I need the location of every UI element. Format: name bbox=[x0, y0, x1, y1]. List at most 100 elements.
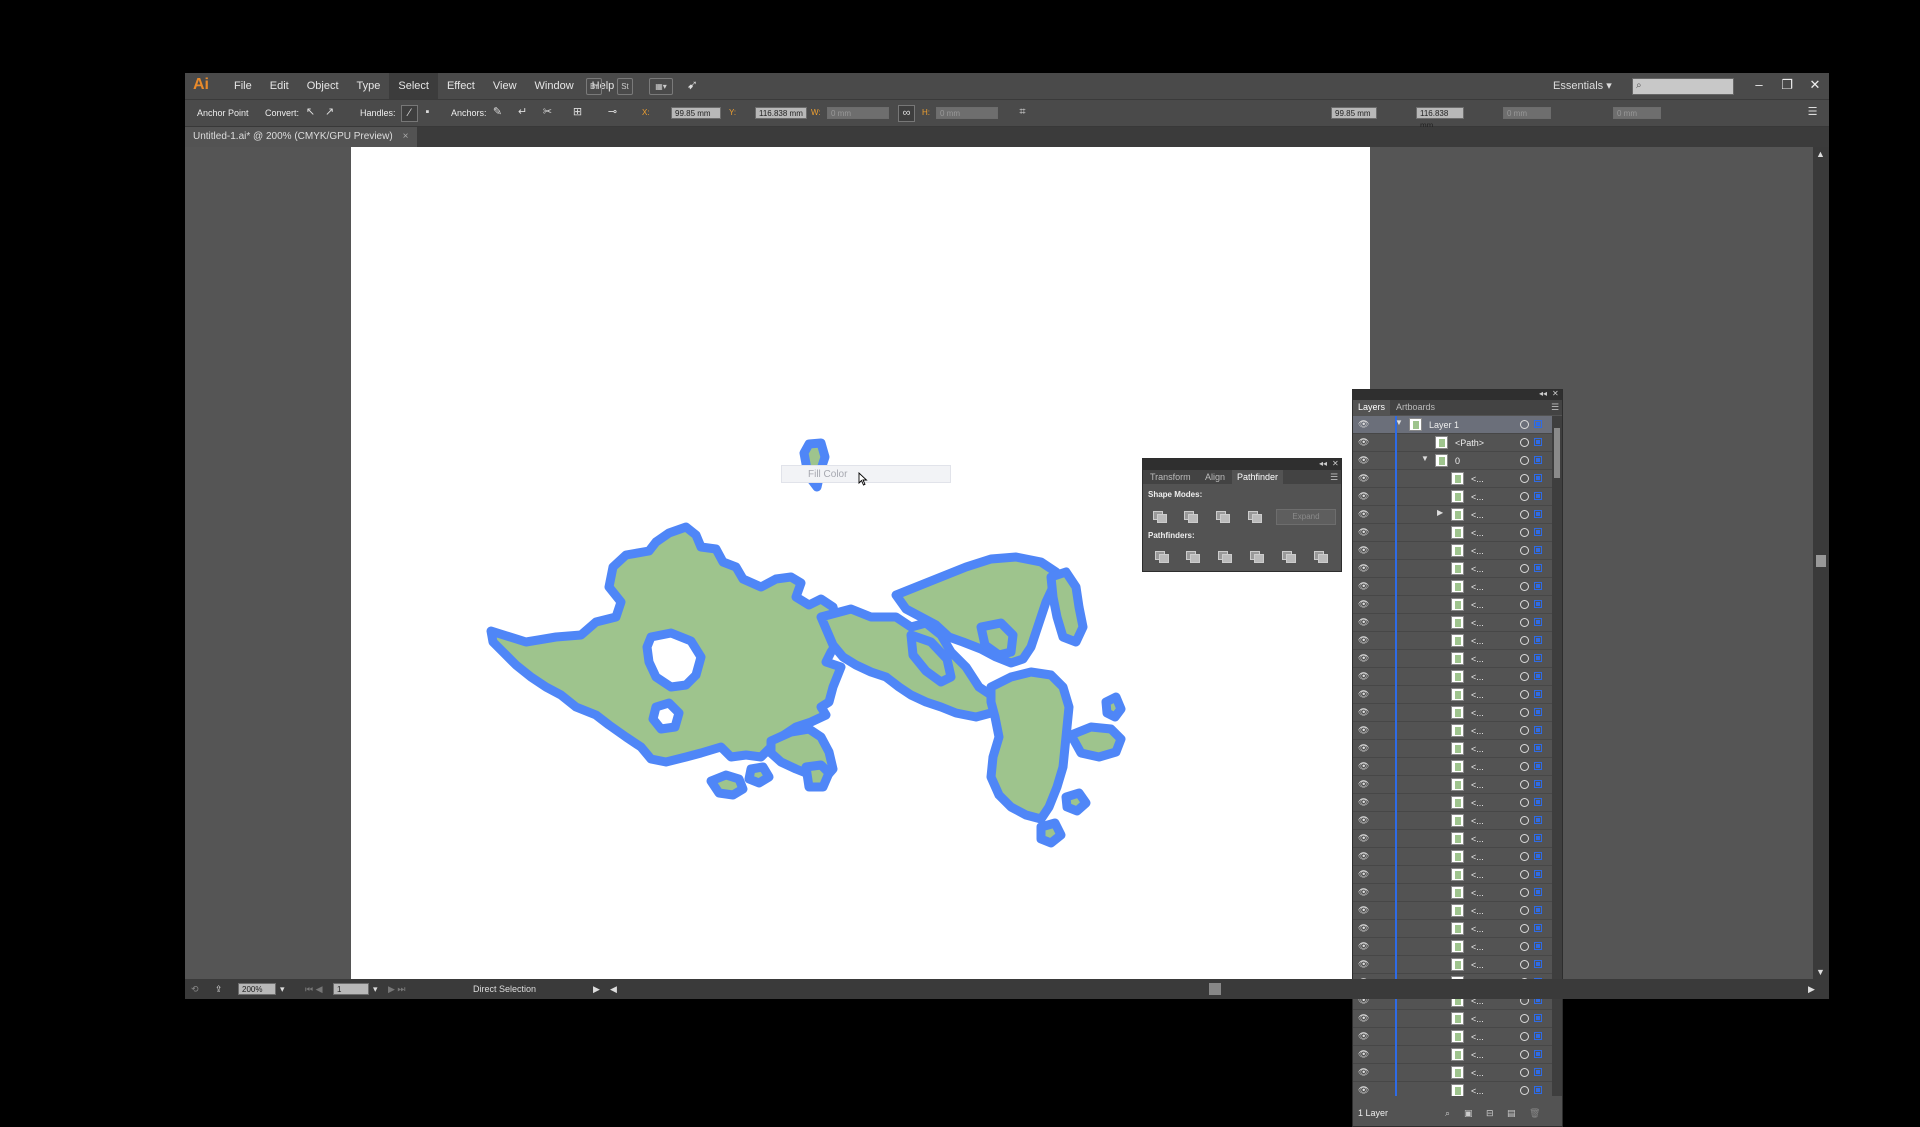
layer-row[interactable]: 👁 <... bbox=[1353, 938, 1552, 956]
visibility-eye-icon[interactable]: 👁 bbox=[1358, 707, 1369, 718]
target-circle-icon[interactable] bbox=[1520, 834, 1529, 843]
document-tab[interactable]: Untitled-1.ai* @ 200% (CMYK/GPU Preview)… bbox=[185, 127, 417, 147]
selection-indicator-icon[interactable] bbox=[1534, 510, 1542, 518]
selection-indicator-icon[interactable] bbox=[1534, 420, 1542, 428]
menu-type[interactable]: Type bbox=[348, 73, 390, 99]
layer-name[interactable]: <... bbox=[1471, 902, 1484, 920]
layer-name[interactable]: <... bbox=[1471, 758, 1484, 776]
visibility-eye-icon[interactable]: 👁 bbox=[1358, 455, 1369, 466]
x-field[interactable]: 99.85 mm bbox=[671, 107, 721, 119]
layer-name[interactable]: <... bbox=[1471, 1010, 1484, 1028]
map-shapes[interactable] bbox=[486, 438, 1126, 848]
selection-indicator-icon[interactable] bbox=[1534, 456, 1542, 464]
target-circle-icon[interactable] bbox=[1520, 582, 1529, 591]
menu-file[interactable]: File bbox=[225, 73, 261, 99]
target-circle-icon[interactable] bbox=[1520, 906, 1529, 915]
locate-object-icon[interactable]: ⌕ bbox=[1445, 1108, 1450, 1119]
tab-artboards[interactable]: Artboards bbox=[1391, 400, 1440, 415]
visibility-eye-icon[interactable]: 👁 bbox=[1358, 941, 1369, 952]
selection-indicator-icon[interactable] bbox=[1534, 870, 1542, 878]
layer-row[interactable]: 👁 <... bbox=[1353, 902, 1552, 920]
selection-indicator-icon[interactable] bbox=[1534, 924, 1542, 932]
y-field[interactable]: 116.838 mm bbox=[755, 107, 807, 119]
scroll-up-icon[interactable]: ▲ bbox=[1816, 149, 1825, 159]
layer-row[interactable]: 👁 <... bbox=[1353, 614, 1552, 632]
scroll-right-icon[interactable]: ▶ bbox=[1808, 979, 1815, 999]
select-similar-icon[interactable]: ⌗ bbox=[1015, 105, 1030, 120]
layer-row[interactable]: 👁 <... bbox=[1353, 542, 1552, 560]
stock-button[interactable]: St bbox=[617, 78, 633, 95]
layer-row[interactable]: 👁 <... bbox=[1353, 920, 1552, 938]
target-circle-icon[interactable] bbox=[1520, 798, 1529, 807]
menu-window[interactable]: Window bbox=[526, 73, 583, 99]
panel-menu-icon[interactable]: ☰ bbox=[1805, 105, 1820, 120]
search-input[interactable]: ⌕ bbox=[1632, 78, 1734, 95]
menu-effect[interactable]: Effect bbox=[438, 73, 484, 99]
h-field[interactable]: 0 mm bbox=[936, 107, 998, 119]
selection-indicator-icon[interactable] bbox=[1534, 492, 1542, 500]
right-y-field[interactable]: 116.838 mm bbox=[1416, 107, 1464, 130]
visibility-eye-icon[interactable]: 👁 bbox=[1358, 869, 1369, 880]
target-circle-icon[interactable] bbox=[1520, 510, 1529, 519]
layer-name[interactable]: <... bbox=[1471, 596, 1484, 614]
selection-indicator-icon[interactable] bbox=[1534, 798, 1542, 806]
selection-indicator-icon[interactable] bbox=[1534, 906, 1542, 914]
isolate-icon[interactable]: ⊞ bbox=[570, 105, 585, 120]
layer-row[interactable]: 👁 <... bbox=[1353, 668, 1552, 686]
horizontal-scroll-thumb[interactable] bbox=[1209, 983, 1221, 995]
canvas-area[interactable]: Fill Color ◂◂ ✕ Transform Align Pathfind… bbox=[185, 147, 1813, 1127]
visibility-eye-icon[interactable]: 👁 bbox=[1358, 761, 1369, 772]
target-circle-icon[interactable] bbox=[1520, 438, 1529, 447]
visibility-eye-icon[interactable]: 👁 bbox=[1358, 491, 1369, 502]
layer-row[interactable]: 👁 <... bbox=[1353, 812, 1552, 830]
show-handles-icon[interactable]: ⁄ bbox=[401, 105, 418, 122]
visibility-eye-icon[interactable]: 👁 bbox=[1358, 851, 1369, 862]
layer-name[interactable]: <... bbox=[1471, 488, 1484, 506]
minus-back-icon[interactable] bbox=[1314, 551, 1328, 563]
layer-name[interactable]: <... bbox=[1471, 524, 1484, 542]
layer-row[interactable]: 👁 <... bbox=[1353, 758, 1552, 776]
vertical-scroll-thumb[interactable] bbox=[1816, 555, 1826, 567]
target-circle-icon[interactable] bbox=[1520, 528, 1529, 537]
cut-path-icon[interactable]: ✂ bbox=[540, 105, 555, 120]
gpu-performance-icon[interactable]: ➹ bbox=[687, 77, 698, 93]
layer-name[interactable]: <... bbox=[1471, 1046, 1484, 1064]
selection-indicator-icon[interactable] bbox=[1534, 690, 1542, 698]
target-circle-icon[interactable] bbox=[1520, 672, 1529, 681]
target-circle-icon[interactable] bbox=[1520, 924, 1529, 933]
artboard-dropdown-icon[interactable]: ▾ bbox=[373, 979, 378, 999]
target-circle-icon[interactable] bbox=[1520, 1014, 1529, 1023]
layer-row[interactable]: 👁 <... bbox=[1353, 686, 1552, 704]
collapse-layers-icon[interactable]: ◂◂ bbox=[1539, 389, 1547, 398]
layer-name[interactable]: <... bbox=[1471, 722, 1484, 740]
layer-name[interactable]: <... bbox=[1471, 470, 1484, 488]
divide-icon[interactable] bbox=[1155, 551, 1169, 563]
scroll-left-icon[interactable]: ◀ bbox=[610, 979, 617, 999]
layer-name[interactable]: <... bbox=[1471, 650, 1484, 668]
expand-button[interactable]: Expand bbox=[1276, 509, 1336, 525]
layer-name[interactable]: <... bbox=[1471, 884, 1484, 902]
target-circle-icon[interactable] bbox=[1520, 492, 1529, 501]
layer-name[interactable]: 0 bbox=[1455, 452, 1460, 470]
layer-name[interactable]: <... bbox=[1471, 704, 1484, 722]
target-circle-icon[interactable] bbox=[1520, 618, 1529, 627]
layer-name[interactable]: <... bbox=[1471, 866, 1484, 884]
layer-name[interactable]: <... bbox=[1471, 1064, 1484, 1082]
merge-icon[interactable] bbox=[1218, 551, 1232, 563]
selection-indicator-icon[interactable] bbox=[1534, 672, 1542, 680]
target-circle-icon[interactable] bbox=[1520, 762, 1529, 771]
layer-row[interactable]: 👁 ▶ <... bbox=[1353, 506, 1552, 524]
next-artboard-icon[interactable]: ▶ ⏭ bbox=[388, 979, 406, 999]
menu-select[interactable]: Select bbox=[389, 73, 438, 99]
minus-front-icon[interactable] bbox=[1184, 511, 1198, 523]
new-sublayer-icon[interactable]: ⊟ bbox=[1486, 1108, 1494, 1119]
target-circle-icon[interactable] bbox=[1520, 636, 1529, 645]
visibility-eye-icon[interactable]: 👁 bbox=[1358, 1049, 1369, 1060]
layer-row[interactable]: 👁 <... bbox=[1353, 1082, 1552, 1096]
selection-indicator-icon[interactable] bbox=[1534, 762, 1542, 770]
selection-indicator-icon[interactable] bbox=[1534, 726, 1542, 734]
selection-indicator-icon[interactable] bbox=[1534, 1014, 1542, 1022]
layer-name[interactable]: <... bbox=[1471, 632, 1484, 650]
layer-name[interactable]: <... bbox=[1471, 686, 1484, 704]
visibility-eye-icon[interactable]: 👁 bbox=[1358, 1067, 1369, 1078]
